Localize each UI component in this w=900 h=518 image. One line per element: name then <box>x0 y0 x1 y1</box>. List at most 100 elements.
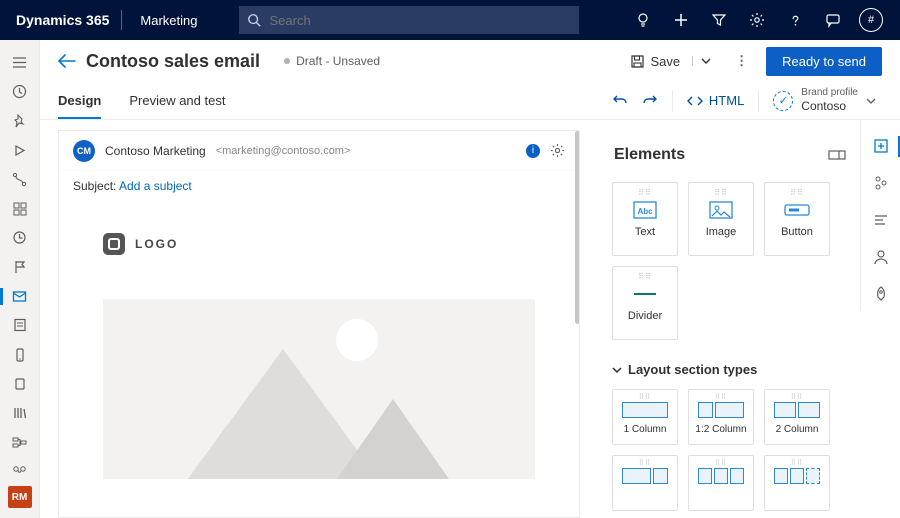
add-subject-link[interactable]: Add a subject <box>119 179 192 193</box>
sender-row[interactable]: CM Contoso Marketing <marketing@contoso.… <box>59 131 579 171</box>
drag-grip-icon: ⠿⠿ <box>638 188 652 197</box>
analytics-icon[interactable] <box>0 223 40 252</box>
settings-tab-icon[interactable] <box>861 167 900 200</box>
record-status: Draft - Unsaved <box>284 54 380 68</box>
subject-label: Subject: <box>73 179 116 193</box>
sender-avatar: CM <box>73 140 95 162</box>
logo-mark-icon <box>103 233 125 255</box>
drag-grip-icon: ⠿⠿ <box>715 393 727 401</box>
layout-3-column[interactable]: ⠿⠿ <box>688 455 754 511</box>
command-bar: Contoso sales email Draft - Unsaved Save… <box>40 40 900 82</box>
status-dot-icon <box>284 58 290 64</box>
divider <box>121 10 122 30</box>
layout-1-column[interactable]: ⠿⠿ 1 Column <box>612 389 678 445</box>
segments-icon[interactable] <box>0 428 40 457</box>
flag-icon[interactable] <box>0 252 40 281</box>
placeholder-mountain-icon <box>323 399 463 479</box>
lightbulb-icon[interactable] <box>626 0 660 40</box>
element-text[interactable]: ⠿⠿ Abc Text <box>612 182 678 256</box>
drag-grip-icon: ⠿⠿ <box>639 459 651 467</box>
search-icon <box>247 13 261 27</box>
redo-icon[interactable] <box>642 93 658 109</box>
info-icon[interactable]: i <box>526 144 540 158</box>
undo-icon[interactable] <box>612 93 628 109</box>
divider <box>672 90 673 112</box>
journey-icon[interactable] <box>0 165 40 194</box>
page-title: Contoso sales email <box>86 51 260 72</box>
chevron-down-icon[interactable] <box>692 56 711 66</box>
more-vertical-icon[interactable]: ⋮ <box>727 53 756 69</box>
brand-profile-picker[interactable]: ✓ Brand profile Contoso <box>773 88 882 113</box>
templates-icon[interactable] <box>0 194 40 223</box>
email-canvas[interactable]: CM Contoso Marketing <marketing@contoso.… <box>58 130 580 518</box>
right-tool-rail <box>860 120 900 311</box>
rocket-tab-icon[interactable] <box>861 278 900 311</box>
button-icon <box>784 200 810 220</box>
layout-2-1-column[interactable]: ⠿⠿ <box>612 455 678 511</box>
back-arrow-icon[interactable] <box>58 54 76 68</box>
form-icon[interactable] <box>0 311 40 340</box>
drag-grip-icon: ⠿⠿ <box>714 188 728 197</box>
push-icon[interactable] <box>0 369 40 398</box>
theme-tab-icon[interactable] <box>861 204 900 237</box>
collapse-panel-icon[interactable] <box>828 148 846 162</box>
svg-text:Abc: Abc <box>637 207 653 216</box>
chevron-down-icon <box>866 96 876 106</box>
chat-icon[interactable] <box>816 0 850 40</box>
global-nav-bar: Dynamics 365 Marketing # <box>0 0 900 40</box>
drag-grip-icon: ⠿⠿ <box>639 393 651 401</box>
module-name[interactable]: Marketing <box>128 13 209 28</box>
email-body[interactable]: LOGO <box>59 203 579 509</box>
gear-icon[interactable] <box>550 143 565 158</box>
drag-grip-icon: ⠿⠿ <box>791 459 803 467</box>
elements-tab-icon[interactable] <box>861 130 900 163</box>
image-placeholder[interactable] <box>103 299 535 479</box>
element-image[interactable]: ⠿⠿ Image <box>688 182 754 256</box>
filter-icon[interactable] <box>702 0 736 40</box>
global-search[interactable] <box>239 6 579 34</box>
library-icon[interactable] <box>0 398 40 427</box>
layout-1-2-column[interactable]: ⠿⠿ 1:2 Column <box>688 389 754 445</box>
sender-email: <marketing@contoso.com> <box>216 145 351 157</box>
pin-icon[interactable] <box>0 106 40 135</box>
play-icon[interactable] <box>0 136 40 165</box>
element-divider[interactable]: ⠿⠿ Divider <box>612 266 678 340</box>
sms-icon[interactable] <box>0 340 40 369</box>
chevron-down-icon <box>612 365 622 375</box>
save-button[interactable]: Save <box>624 50 718 73</box>
elements-panel: Elements ⠿⠿ Abc Text ⠿⠿ Image ⠿⠿ Button … <box>598 130 860 518</box>
user-badge[interactable]: RM <box>8 486 32 508</box>
element-button[interactable]: ⠿⠿ Button <box>764 182 830 256</box>
consent-icon[interactable] <box>0 457 40 486</box>
help-icon[interactable] <box>778 0 812 40</box>
sender-name: Contoso Marketing <box>105 144 206 158</box>
scrollbar[interactable] <box>575 131 580 324</box>
ready-to-send-button[interactable]: Ready to send <box>766 47 882 76</box>
save-icon <box>630 54 645 69</box>
divider-icon <box>632 284 658 304</box>
personalize-tab-icon[interactable] <box>861 241 900 274</box>
elements-header: Elements <box>614 146 846 164</box>
email-icon[interactable] <box>0 282 40 311</box>
layout-section-header[interactable]: Layout section types <box>612 362 846 377</box>
gear-icon[interactable] <box>740 0 774 40</box>
drag-grip-icon: ⠿⠿ <box>638 272 652 281</box>
plus-icon[interactable] <box>664 0 698 40</box>
hamburger-icon[interactable] <box>0 48 40 77</box>
tab-preview[interactable]: Preview and test <box>129 82 225 119</box>
topbar-actions: # <box>626 0 888 40</box>
logo-block[interactable]: LOGO <box>103 233 535 255</box>
search-input[interactable] <box>269 13 571 28</box>
image-icon <box>708 200 734 220</box>
text-icon: Abc <box>632 200 658 220</box>
layout-custom[interactable]: ⠿⠿ <box>764 455 830 511</box>
tab-design[interactable]: Design <box>58 82 101 119</box>
layout-2-column[interactable]: ⠿⠿ 2 Column <box>764 389 830 445</box>
html-toggle[interactable]: HTML <box>687 93 744 109</box>
drag-grip-icon: ⠿⠿ <box>791 393 803 401</box>
user-avatar[interactable]: # <box>854 0 888 40</box>
recent-icon[interactable] <box>0 77 40 106</box>
subject-row: Subject: Add a subject <box>59 171 579 203</box>
tab-bar: Design Preview and test HTML ✓ Brand pro… <box>40 82 900 120</box>
brand-profile-icon: ✓ <box>773 91 793 111</box>
